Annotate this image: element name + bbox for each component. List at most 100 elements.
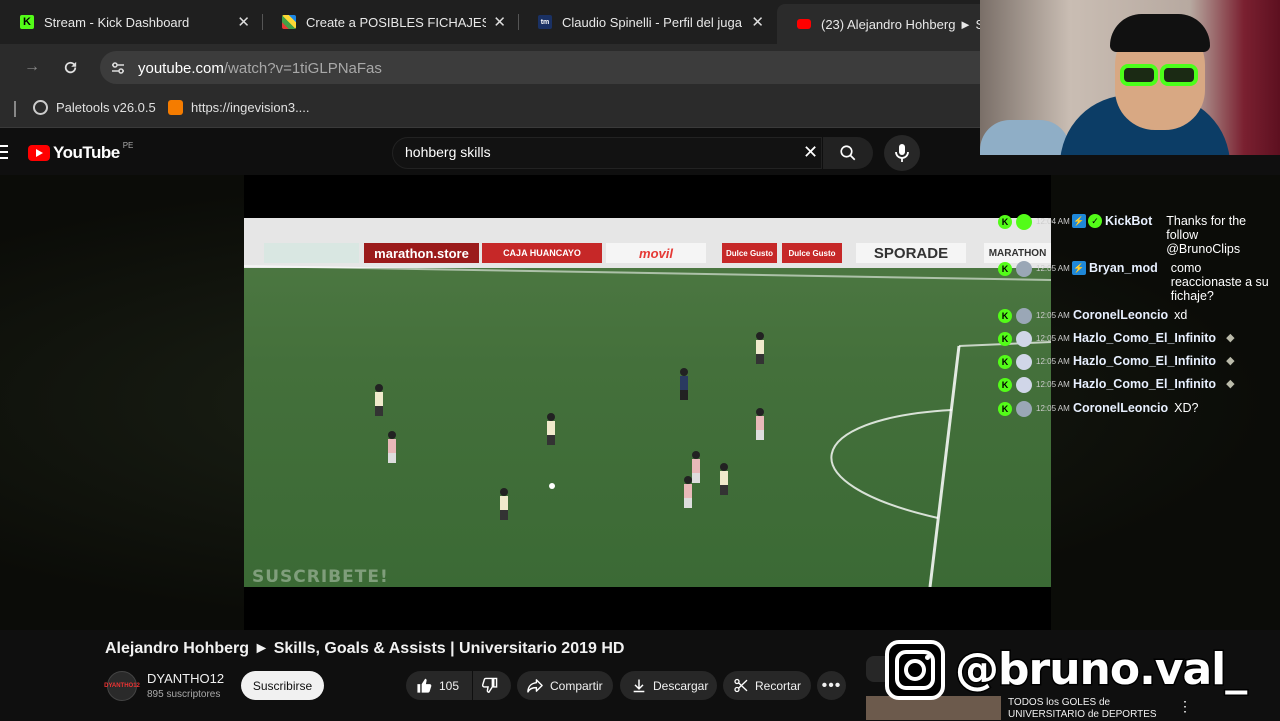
chat-time: 12:05 AM (1036, 357, 1070, 366)
bookmarks-bar: Paletools v26.0.5 https://ingevision3...… (0, 90, 980, 128)
download-button[interactable]: Descargar (620, 671, 717, 700)
instagram-handle: @bruno.val_ (953, 643, 1248, 697)
chat-username: Bryan_mod (1089, 261, 1158, 275)
youtube-icon (797, 19, 811, 29)
voice-search-button[interactable] (884, 135, 920, 171)
clip-button[interactable]: Recortar (723, 671, 811, 700)
globe-icon (33, 100, 48, 115)
channel-name[interactable]: DYANTHO12 (147, 671, 224, 686)
player-figure (756, 332, 764, 364)
kick-badge-icon: K (998, 262, 1012, 276)
share-button[interactable]: Compartir (517, 671, 613, 700)
clip-label: Recortar (755, 678, 802, 693)
transfermarkt-icon: tm (538, 15, 552, 29)
close-tab-icon[interactable]: ✕ (751, 13, 764, 31)
close-tab-icon[interactable]: ✕ (493, 13, 506, 31)
chip-filter[interactable] (866, 656, 886, 682)
chat-text: como reaccionaste a su fichaje? (1170, 261, 1269, 303)
microphone-icon (895, 144, 909, 162)
user-avatar (1016, 261, 1032, 277)
channel-subscribers: 895 suscriptores (147, 689, 221, 700)
dislike-button[interactable] (473, 671, 511, 700)
bookmark-ingevision[interactable]: https://ingevision3.... (168, 100, 310, 115)
moderator-badge-icon: ⚡ (1072, 214, 1086, 228)
search-icon (840, 145, 856, 161)
chat-message: K 12:05 AM Hazlo_Como_El_Infinito ◆ (998, 354, 1235, 370)
address-bar-row: → youtube.com/watch?v=1tiGLPNaFas (0, 44, 980, 90)
url-text: youtube.com/watch?v=1tiGLPNaFas (138, 60, 382, 77)
chat-time: 12:05 AM (1036, 334, 1070, 343)
bookmark-paletools[interactable]: Paletools v26.0.5 (33, 100, 156, 115)
user-avatar (1016, 401, 1032, 417)
chat-text: XD? (1174, 401, 1199, 415)
youtube-logo[interactable]: YouTube PE (28, 141, 133, 163)
webcam-hair (1110, 14, 1210, 52)
tab-kick-dashboard[interactable]: K Stream - Kick Dashboard ✕ (0, 0, 262, 44)
kick-icon: K (20, 15, 34, 29)
kick-badge-icon: K (998, 215, 1012, 229)
chat-text: xd (1174, 308, 1188, 322)
channel-avatar[interactable]: DYANTHO12 (104, 671, 140, 701)
video-watermark: SUSCRIBETE! (252, 567, 389, 587)
clear-search-icon[interactable]: ✕ (803, 142, 818, 163)
webcam-pillow (980, 120, 1070, 155)
chat-username: KickBot (1105, 214, 1153, 228)
player-figure (684, 476, 692, 508)
player-figure (500, 488, 508, 520)
menu-icon[interactable] (0, 145, 8, 159)
player-figure (756, 408, 764, 440)
site-settings-icon[interactable] (110, 60, 126, 76)
green-glasses-left (1120, 64, 1158, 86)
emote-icon: ◆ (1226, 355, 1235, 367)
streamer-webcam (980, 0, 1280, 155)
more-vertical-icon[interactable]: ⋮ (1178, 698, 1192, 715)
tab-label: Create a POSIBLES FICHAJES UNIVERSITARIO (306, 14, 486, 30)
close-tab-icon[interactable]: ✕ (237, 13, 250, 31)
share-icon (527, 679, 543, 693)
youtube-play-icon (28, 145, 50, 161)
tab-claudio-spinelli[interactable]: tm Claudio Spinelli - Perfil del jugador… (518, 0, 776, 44)
chat-message: K 12:05 AM CoronelLeoncio xd (998, 308, 1187, 324)
subscribe-button[interactable]: Suscribirse (241, 671, 324, 700)
download-icon (633, 679, 645, 693)
forward-arrow-icon[interactable]: → (24, 58, 40, 76)
kick-badge-icon: K (998, 309, 1012, 323)
player-figure (680, 368, 688, 400)
share-label: Compartir (550, 678, 603, 693)
url-domain: youtube.com (138, 60, 224, 77)
chat-time: 12:05 AM (1036, 264, 1070, 273)
url-box[interactable]: youtube.com/watch?v=1tiGLPNaFas (100, 51, 980, 84)
tab-create-fichajes[interactable]: Create a POSIBLES FICHAJES UNIVERSITARIO… (262, 0, 518, 44)
bot-avatar (1016, 214, 1032, 230)
chat-text: Thanks for the follow @BrunoClips (1166, 214, 1247, 256)
recommended-title[interactable]: TODOS los GOLES de UNIVERSITARIO de DEPO… (1008, 697, 1168, 721)
chat-message: K 12:04 AM ⚡ ✓ KickBot Thanks for the fo… (998, 214, 1270, 256)
chat-message: K 12:05 AM Hazlo_Como_El_Infinito ◆ (998, 331, 1235, 347)
verified-badge-icon: ✓ (1088, 214, 1102, 228)
like-button[interactable]: 105 (406, 671, 472, 700)
user-avatar (1016, 331, 1032, 347)
chat-message: K 12:05 AM ⚡ Bryan_mod como reaccionaste… (998, 261, 1275, 303)
youtube-wordmark: YouTube (53, 143, 120, 162)
instagram-icon (885, 640, 945, 700)
player-figure (692, 451, 700, 483)
player-figure (375, 384, 383, 416)
search-button[interactable] (823, 137, 873, 169)
bookmark-label: https://ingevision3.... (191, 100, 310, 115)
players (375, 332, 764, 520)
search-box[interactable]: ✕ (392, 137, 822, 169)
football (549, 483, 555, 489)
reload-icon[interactable] (62, 59, 79, 76)
search-input[interactable] (405, 144, 785, 160)
more-actions-button[interactable]: ••• (817, 671, 846, 700)
kick-badge-icon: K (998, 402, 1012, 416)
chat-username: Hazlo_Como_El_Infinito (1073, 377, 1217, 391)
chat-username: CoronelLeoncio (1073, 401, 1169, 415)
moderator-badge-icon: ⚡ (1072, 261, 1086, 275)
tab-youtube-video[interactable]: (23) Alejandro Hohberg ► Skills, Goals (777, 4, 992, 44)
chat-username: Hazlo_Como_El_Infinito (1073, 354, 1217, 368)
instagram-icon-lens (904, 659, 926, 681)
url-path: /watch?v=1tiGLPNaFas (223, 60, 382, 77)
video-frame-football-field[interactable]: marathon.store CAJA HUANCAYO movil Dulce… (244, 218, 1051, 587)
chat-username: Hazlo_Como_El_Infinito (1073, 331, 1217, 345)
